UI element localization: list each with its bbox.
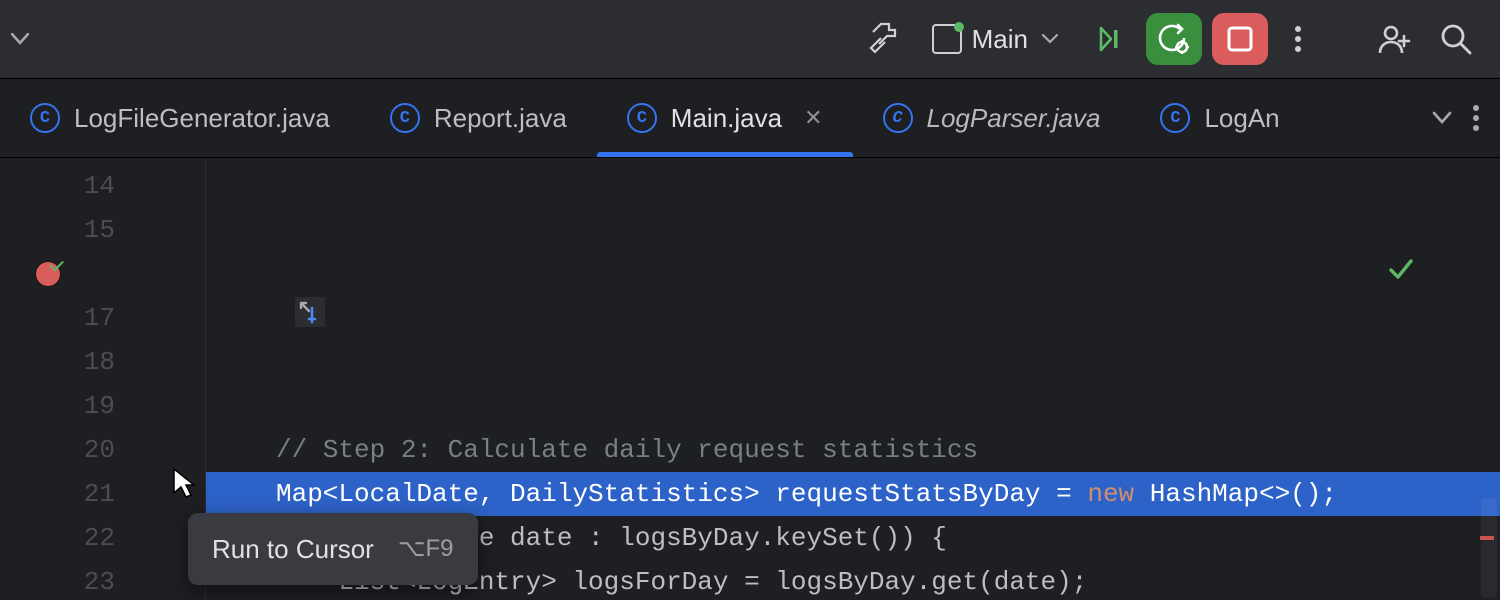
line-number[interactable] <box>0 252 145 296</box>
class-file-icon: C <box>390 103 420 133</box>
more-vertical-icon <box>1294 25 1302 53</box>
editor-tab[interactable]: C LogParser.java <box>853 79 1131 157</box>
line-number[interactable]: 22 <box>0 516 145 560</box>
more-vertical-icon[interactable] <box>1472 104 1480 132</box>
tooltip-shortcut: ⌥F9 <box>398 527 454 571</box>
tab-label: LogAn <box>1204 103 1279 134</box>
run-configuration-selector[interactable]: Main <box>920 13 1074 65</box>
hammer-icon <box>867 22 901 56</box>
editor-tab[interactable]: C Main.java ✕ <box>597 79 853 157</box>
editor-tabs: C LogFileGenerator.java C Report.java C Main.… <box>0 79 1500 158</box>
stop-button[interactable] <box>1212 13 1268 65</box>
line-number[interactable]: 23 <box>0 560 145 600</box>
tab-label: LogParser.java <box>927 103 1101 134</box>
run-button[interactable] <box>1084 13 1136 65</box>
chevron-down-icon <box>1042 34 1058 44</box>
tooltip-label: Run to Cursor <box>212 527 374 571</box>
chevron-down-icon[interactable] <box>1432 111 1452 125</box>
run-icon <box>1095 24 1125 54</box>
run-config-label: Main <box>972 24 1028 55</box>
class-file-icon: C <box>1160 103 1190 133</box>
toolbar-left-chevron[interactable] <box>0 0 34 78</box>
inspection-ok-icon[interactable] <box>1388 168 1482 370</box>
add-user-icon <box>1377 22 1411 56</box>
chevron-down-icon[interactable] <box>6 25 34 53</box>
code-line[interactable]: Map<LocalDate, DailyStatistics> requestS… <box>206 472 1500 516</box>
error-stripe-mark[interactable] <box>1480 536 1494 540</box>
editor-tab[interactable]: C Report.java <box>360 79 597 157</box>
stop-icon <box>1227 26 1253 52</box>
main-toolbar: Main <box>0 0 1500 79</box>
search-everywhere-button[interactable] <box>1430 13 1482 65</box>
line-number[interactable]: 20 <box>0 428 145 472</box>
debug-rerun-button[interactable] <box>1146 13 1202 65</box>
code-editor[interactable]: 1415 17181920212223 // Step 2: Calculate … <box>0 158 1500 600</box>
run-config-icon <box>932 24 962 54</box>
more-actions-button[interactable] <box>1278 13 1318 65</box>
editor-tab[interactable]: C LogFileGenerator.java <box>0 79 360 157</box>
run-to-cursor-tooltip: Run to Cursor ⌥F9 <box>188 513 478 585</box>
class-file-icon: C <box>627 103 657 133</box>
code-line[interactable] <box>206 384 1500 428</box>
line-number[interactable]: 17 <box>0 296 145 340</box>
line-number[interactable]: 18 <box>0 340 145 384</box>
build-button[interactable] <box>858 13 910 65</box>
line-number[interactable]: 15 <box>0 208 145 252</box>
tab-label: Main.java <box>671 103 782 134</box>
search-icon <box>1440 23 1472 55</box>
tab-label: LogFileGenerator.java <box>74 103 330 134</box>
class-file-icon: C <box>30 103 60 133</box>
breakpoint-icon[interactable] <box>36 262 60 286</box>
tab-label: Report.java <box>434 103 567 134</box>
code-with-me-button[interactable] <box>1368 13 1420 65</box>
line-number[interactable]: 14 <box>0 164 145 208</box>
editor-tab[interactable]: C LogAn <box>1130 79 1309 157</box>
scrollbar[interactable] <box>1481 498 1497 598</box>
code-line[interactable]: // Step 2: Calculate daily request stati… <box>206 428 1500 472</box>
class-file-icon: C <box>883 103 913 133</box>
run-to-cursor-gutter-icon[interactable] <box>295 297 325 327</box>
rerun-debug-icon <box>1158 23 1190 55</box>
close-tab-icon[interactable]: ✕ <box>804 105 822 131</box>
line-number[interactable]: 21 <box>0 472 145 516</box>
tab-actions <box>1432 79 1500 157</box>
line-number-gutter[interactable]: 1415 17181920212223 <box>0 158 145 600</box>
line-number[interactable]: 19 <box>0 384 145 428</box>
